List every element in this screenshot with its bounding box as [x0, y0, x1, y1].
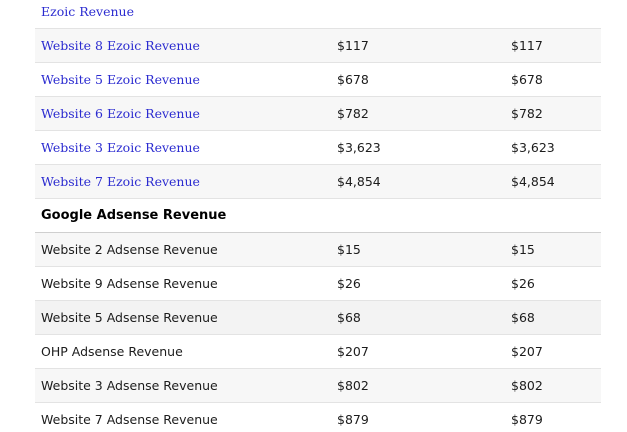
table-cell-value: $68	[505, 300, 601, 335]
revenue-table: Ezoic Revenue Website 8 Ezoic Revenue $1…	[35, 0, 601, 432]
table-row: Website 3 Ezoic Revenue $3,623 $3,623	[35, 130, 601, 165]
table-cell-value: $4,854	[331, 164, 505, 199]
adsense-section-title: Google Adsense Revenue	[35, 198, 331, 233]
table-row: OHP Adsense Revenue $207 $207	[35, 334, 601, 369]
table-cell-value: $802	[331, 368, 505, 403]
table-cell-value: $678	[505, 62, 601, 97]
table-cell-value: $782	[331, 96, 505, 131]
table-cell-value: $117	[331, 28, 505, 63]
table-cell-label: Website 3 Adsense Revenue	[35, 368, 331, 403]
ezoic-revenue-link[interactable]: Ezoic Revenue	[41, 4, 134, 19]
table-cell-value: $207	[505, 334, 601, 369]
table-row: Website 7 Ezoic Revenue $4,854 $4,854	[35, 164, 601, 199]
table-cell-value: $207	[331, 334, 505, 369]
table-cell-value: $26	[505, 266, 601, 301]
table-row: Website 3 Adsense Revenue $802 $802	[35, 368, 601, 403]
table-row: Website 9 Adsense Revenue $26 $26	[35, 266, 601, 301]
table-cell-label: OHP Adsense Revenue	[35, 334, 331, 369]
table-cell-label: Website 7 Adsense Revenue	[35, 402, 331, 432]
table-cell-value: $879	[331, 402, 505, 432]
table-cell-value: $15	[331, 232, 505, 267]
table-cell-value: $678	[331, 62, 505, 97]
table-cell-value: $879	[505, 402, 601, 432]
table-cell-label: Website 5 Adsense Revenue	[35, 300, 331, 335]
table-cell-value: $782	[505, 96, 601, 131]
table-cell-value: $15	[505, 232, 601, 267]
table-cell-value: $3,623	[331, 130, 505, 165]
website-6-ezoic-revenue-link[interactable]: Website 6 Ezoic Revenue	[41, 106, 200, 121]
section-header-row: Google Adsense Revenue	[35, 198, 601, 233]
website-8-ezoic-revenue-link[interactable]: Website 8 Ezoic Revenue	[41, 38, 200, 53]
table-cell-value: $117	[505, 28, 601, 63]
table-row: Website 2 Adsense Revenue $15 $15	[35, 232, 601, 267]
table-cell-label: Website 2 Adsense Revenue	[35, 232, 331, 267]
table-cell-value: $26	[331, 266, 505, 301]
website-7-ezoic-revenue-link[interactable]: Website 7 Ezoic Revenue	[41, 174, 200, 189]
table-row: Ezoic Revenue	[35, 0, 601, 29]
table-row: Website 8 Ezoic Revenue $117 $117	[35, 28, 601, 63]
table-cell-value: $4,854	[505, 164, 601, 199]
website-3-ezoic-revenue-link[interactable]: Website 3 Ezoic Revenue	[41, 140, 200, 155]
revenue-page: Ezoic Revenue Website 8 Ezoic Revenue $1…	[0, 0, 627, 432]
table-cell-label: Website 9 Adsense Revenue	[35, 266, 331, 301]
table-row: Website 5 Ezoic Revenue $678 $678	[35, 62, 601, 97]
table-row: Website 7 Adsense Revenue $879 $879	[35, 402, 601, 432]
table-cell-value: $3,623	[505, 130, 601, 165]
table-row: Website 5 Adsense Revenue $68 $68	[35, 300, 601, 335]
table-cell-value: $802	[505, 368, 601, 403]
website-5-ezoic-revenue-link[interactable]: Website 5 Ezoic Revenue	[41, 72, 200, 87]
table-row: Website 6 Ezoic Revenue $782 $782	[35, 96, 601, 131]
table-cell-value: $68	[331, 300, 505, 335]
